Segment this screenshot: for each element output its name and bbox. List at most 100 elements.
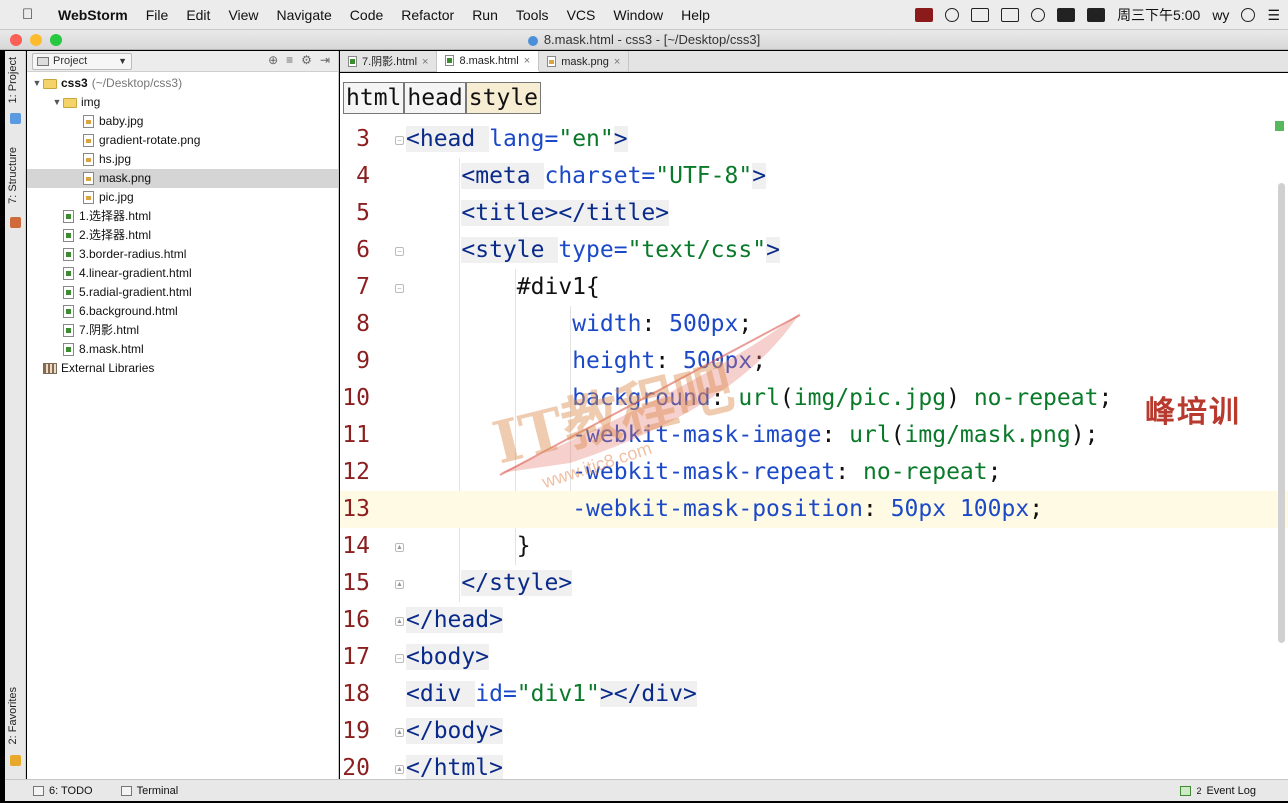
event-log-button[interactable]: 2 Event Log	[1180, 785, 1256, 797]
clock[interactable]: 周三下午5:00	[1117, 5, 1200, 25]
fold-marker-icon[interactable]: –	[395, 654, 404, 663]
tree-item-label: pic.jpg	[99, 190, 134, 204]
terminal-tool-button[interactable]: Terminal	[120, 785, 178, 797]
keyboard-icon[interactable]	[1001, 8, 1020, 22]
line-number: 9	[356, 348, 370, 374]
menu-file[interactable]: File	[146, 7, 169, 23]
fold-marker-icon[interactable]: –	[395, 247, 404, 256]
search-zoom-icon[interactable]	[945, 8, 960, 22]
menu-view[interactable]: View	[228, 7, 258, 23]
wifi-icon[interactable]	[1031, 8, 1046, 22]
fold-marker-icon[interactable]: –	[395, 284, 404, 293]
code-line[interactable]: 7 – #div1{	[340, 269, 1288, 306]
user-name[interactable]: wy	[1212, 7, 1229, 23]
menu-tools[interactable]: Tools	[516, 7, 549, 23]
code-line[interactable]: 5 <title></title>	[340, 195, 1288, 232]
breadcrumb-item[interactable]: style	[465, 82, 542, 114]
collapse-all-icon[interactable]: ≡	[286, 53, 293, 67]
menu-window[interactable]: Window	[613, 7, 663, 23]
tree-item[interactable]: mask.png	[27, 169, 338, 188]
close-window-button[interactable]	[10, 34, 22, 46]
tree-item[interactable]: 1.选择器.html	[27, 207, 338, 226]
editor-tab[interactable]: 8.mask.html ×	[437, 51, 540, 72]
tree-item[interactable]: baby.jpg	[27, 112, 338, 131]
editor-tab[interactable]: mask.png ×	[539, 51, 630, 72]
breadcrumb-item[interactable]: html	[343, 82, 405, 114]
code-line[interactable]: 15 ▲ </style>	[340, 565, 1288, 602]
favorites-tool-tab[interactable]: 2: Favorites	[7, 687, 19, 744]
code-line[interactable]: 19 ▲ </body>	[340, 713, 1288, 750]
tree-item-label: baby.jpg	[99, 114, 144, 128]
code-line[interactable]: 6 – <style type="text/css">	[340, 232, 1288, 269]
no-problems-marker[interactable]	[1275, 121, 1284, 131]
project-tool-icon[interactable]	[10, 113, 21, 124]
tree-item[interactable]: hs.jpg	[27, 150, 338, 169]
code-line[interactable]: 18 <div id="div1"></div>	[340, 676, 1288, 713]
tree-item[interactable]: ▼ img	[27, 93, 338, 112]
code-line[interactable]: 16 ▲ </head>	[340, 602, 1288, 639]
code-line[interactable]: 20 ▲ </html>	[340, 750, 1288, 779]
fold-marker-icon[interactable]: –	[395, 136, 404, 145]
project-view-selector[interactable]: Project ▼	[32, 52, 132, 70]
code-line[interactable]: 13 -webkit-mask-position: 50px 100px;	[340, 491, 1288, 528]
menu-edit[interactable]: Edit	[186, 7, 210, 23]
fold-marker-icon[interactable]: ▲	[395, 617, 404, 626]
menu-help[interactable]: Help	[681, 7, 710, 23]
breadcrumb-item[interactable]: head	[404, 82, 466, 114]
tree-item[interactable]: gradient-rotate.png	[27, 131, 338, 150]
notification-center-icon[interactable]: ☰	[1267, 7, 1280, 24]
input-method-icon[interactable]	[971, 8, 990, 22]
close-tab-icon[interactable]: ×	[524, 51, 530, 71]
code-line[interactable]: 17 – <body>	[340, 639, 1288, 676]
tree-item[interactable]: 3.border-radius.html	[27, 245, 338, 264]
menu-app-name[interactable]: WebStorm	[58, 7, 128, 23]
close-tab-icon[interactable]: ×	[422, 52, 428, 72]
editor-tab[interactable]: 7.阴影.html ×	[340, 51, 438, 72]
fold-marker-icon[interactable]: ▲	[395, 543, 404, 552]
star-icon[interactable]	[10, 755, 21, 766]
tree-item[interactable]: 8.mask.html	[27, 340, 338, 359]
project-tool-tab[interactable]: 1: Project	[7, 57, 19, 103]
expand-arrow-icon[interactable]: ▼	[31, 74, 43, 93]
tree-item[interactable]: pic.jpg	[27, 188, 338, 207]
code-text: <body>	[406, 639, 490, 676]
menu-code[interactable]: Code	[350, 7, 383, 23]
menu-run[interactable]: Run	[472, 7, 498, 23]
todo-tool-button[interactable]: 6: TODO	[33, 785, 93, 797]
fold-marker-icon[interactable]: ▲	[395, 765, 404, 774]
dict-icon[interactable]	[1087, 8, 1106, 22]
tree-item[interactable]: 5.radial-gradient.html	[27, 283, 338, 302]
fold-marker-icon[interactable]: ▲	[395, 580, 404, 589]
scroll-from-source-icon[interactable]: ⊕	[268, 53, 278, 67]
menu-refactor[interactable]: Refactor	[401, 7, 454, 23]
structure-tool-tab[interactable]: 7: Structure	[7, 147, 19, 204]
tree-item[interactable]: 7.阴影.html	[27, 321, 338, 340]
tree-item[interactable]: 2.选择器.html	[27, 226, 338, 245]
apple-icon[interactable]: 	[22, 6, 44, 23]
menu-navigate[interactable]: Navigate	[277, 7, 332, 23]
battery-icon[interactable]	[1057, 8, 1076, 22]
code-token: }	[516, 533, 531, 559]
code-editor[interactable]: html head style 3– <head lang="en"> 4 <meta c…	[340, 73, 1288, 779]
editor-scrollbar[interactable]	[1278, 183, 1285, 643]
fold-marker-icon[interactable]: ▲	[395, 728, 404, 737]
tree-item[interactable]: 4.linear-gradient.html	[27, 264, 338, 283]
code-line[interactable]: 4 <meta charset="UTF-8">	[340, 158, 1288, 195]
spotlight-icon[interactable]	[1241, 8, 1256, 22]
minimize-window-button[interactable]	[30, 34, 42, 46]
gear-icon[interactable]: ⚙	[301, 53, 312, 67]
expand-arrow-icon[interactable]: ▼	[51, 93, 63, 112]
structure-tool-icon[interactable]	[10, 217, 21, 228]
image-file-icon	[547, 56, 557, 67]
code-line[interactable]: 3 – <head lang="en">	[340, 121, 1288, 158]
tree-item[interactable]: ▼ css3 (~/Desktop/css3)	[27, 74, 338, 93]
zoom-window-button[interactable]	[50, 34, 62, 46]
tree-item[interactable]: External Libraries	[27, 359, 338, 378]
code-line[interactable]: 14 ▲}	[340, 528, 1288, 565]
recording-icon[interactable]	[915, 8, 934, 22]
html-file-icon	[348, 56, 357, 67]
menu-vcs[interactable]: VCS	[567, 7, 596, 23]
hide-panel-icon[interactable]: ⇥	[320, 53, 330, 67]
close-tab-icon[interactable]: ×	[614, 52, 620, 72]
tree-item[interactable]: 6.background.html	[27, 302, 338, 321]
